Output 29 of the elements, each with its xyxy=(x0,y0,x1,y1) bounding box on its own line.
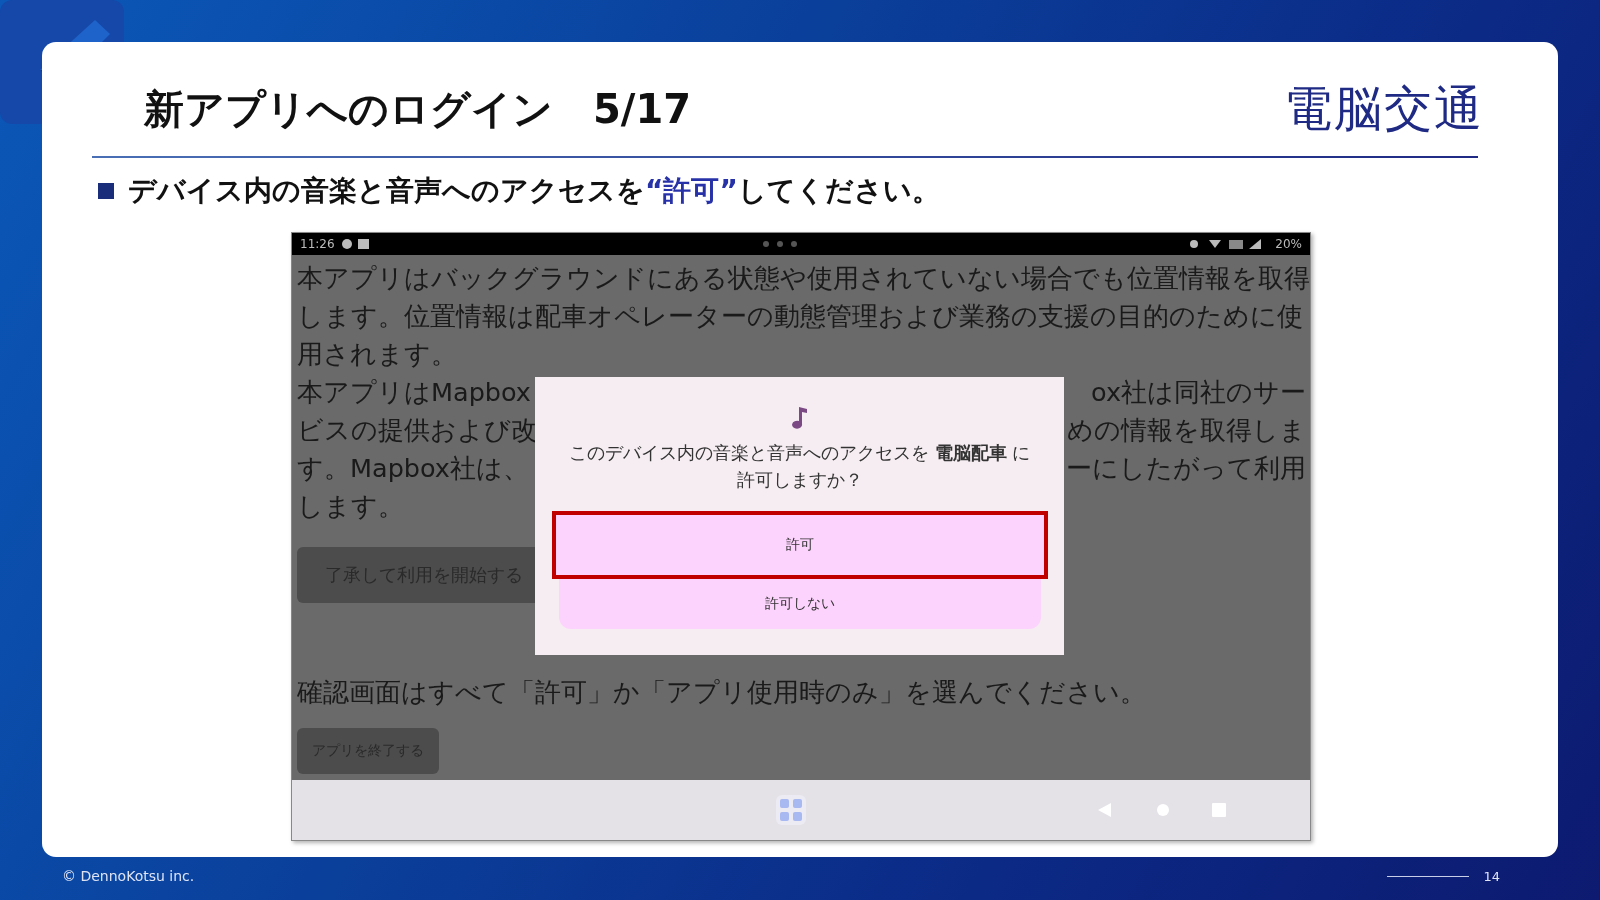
body-text: 本アプリはバックグラウンドにある状態や使用されていない場合でも位置情報を取得 xyxy=(297,261,1310,295)
slide-title: 新アプリへのログイン 5/17 xyxy=(144,84,692,134)
recents-icon[interactable] xyxy=(1212,803,1226,817)
instruction-text: デバイス内の音楽と音声へのアクセスを“許可”してください。 xyxy=(128,173,940,209)
body-text: めの情報を取得しま xyxy=(1067,413,1306,447)
camera-dots-icon xyxy=(761,240,798,248)
dialog-button[interactable]: 許可しない xyxy=(558,579,1041,629)
dialog-message: このデバイス内の音楽と音声へのアクセスを 電脳配車 に許可しますか？ xyxy=(567,441,1032,492)
body-text: します。位置情報は配車オペレーターの動態管理および業務の支援の目的のために使 xyxy=(297,299,1303,333)
back-icon[interactable] xyxy=(1098,803,1112,817)
battery-level: 20% xyxy=(1275,237,1302,251)
home-icon[interactable] xyxy=(1156,803,1170,817)
body-text: ox社は同社のサー xyxy=(1091,375,1306,409)
copyright-text: © DennoKotsu inc. xyxy=(62,868,195,884)
note-text: 確認画面はすべて「許可」か「アプリ使用時のみ」を選んでください。 xyxy=(297,676,1147,709)
body-text: ビスの提供および改 xyxy=(297,413,537,447)
body-text: ーにしたがって利用 xyxy=(1066,451,1306,485)
body-text: 本アプリはMapbox xyxy=(297,375,531,409)
body-text: す。Mapbox社は、 xyxy=(297,451,529,485)
page-number: 14 xyxy=(1483,868,1500,884)
company-logo: 電脳交通 xyxy=(1284,79,1484,138)
body-text: 用されます。 xyxy=(297,337,457,371)
status-time: 11:26 xyxy=(300,237,335,251)
notification-icon xyxy=(340,238,371,250)
body-text: します。 xyxy=(297,489,404,523)
dialog-button[interactable]: 許可 xyxy=(551,511,1048,579)
bullet-icon xyxy=(98,183,114,199)
app-grid-icon[interactable] xyxy=(776,795,806,825)
music-note-icon xyxy=(791,405,808,429)
